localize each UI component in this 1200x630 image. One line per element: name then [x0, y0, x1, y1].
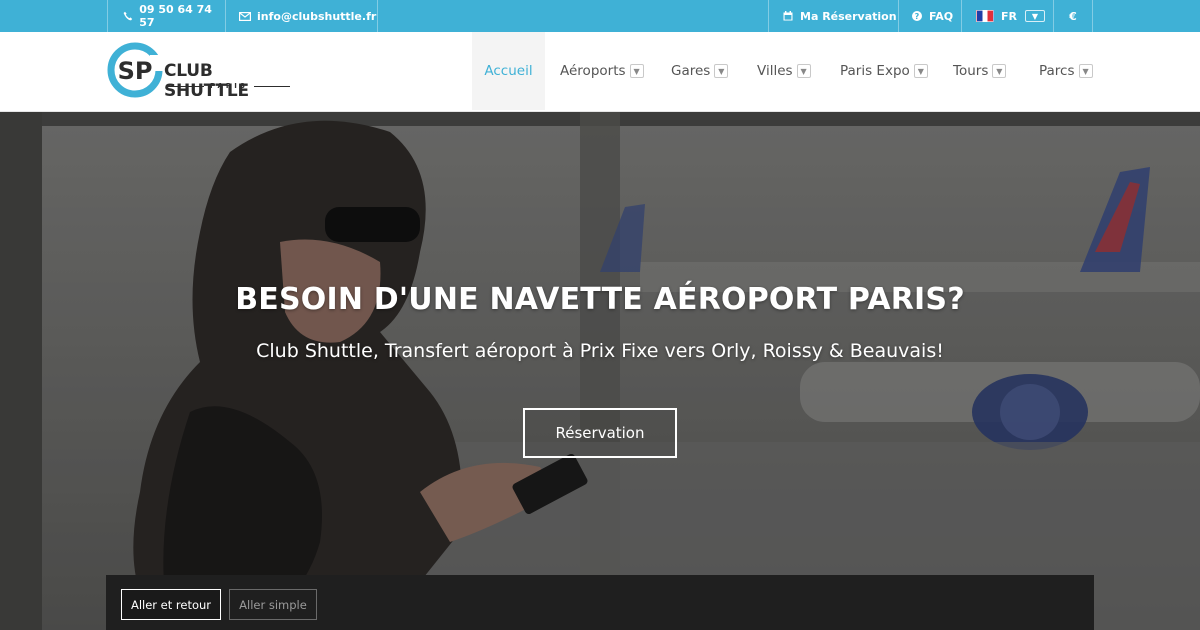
chevron-down-icon: ▼ [992, 64, 1007, 78]
nav-tours[interactable]: Tours ▼ [953, 32, 1007, 110]
faq-link[interactable]: ? FAQ [898, 0, 961, 32]
chevron-down-icon: ▼ [1024, 10, 1045, 22]
chevron-down-icon: ▼ [796, 64, 811, 78]
hero-subtitle: Club Shuttle, Transfert aéroport à Prix … [256, 340, 944, 362]
hero-background-image [0, 112, 1200, 630]
nav-parcs[interactable]: Parcs ▼ [1039, 32, 1093, 110]
logo-monogram-icon: SP [107, 42, 164, 98]
faq-label: FAQ [929, 9, 954, 23]
nav-label: Tours [953, 63, 989, 79]
nav-label: Gares [671, 63, 711, 79]
svg-text:?: ? [915, 12, 920, 21]
chevron-down-icon: ▼ [1078, 64, 1093, 78]
nav-villes[interactable]: Villes ▼ [757, 32, 811, 110]
booking-panel: Aller et retour Aller simple [106, 575, 1094, 630]
site-header: SP CLUB SHUTTLE PARIS Accueil Aéroports … [0, 32, 1200, 112]
reservation-button[interactable]: Réservation [523, 408, 677, 458]
language-selector[interactable]: FR ▼ [961, 0, 1053, 32]
brand-subtitle: PARIS [164, 82, 294, 90]
currency-selector[interactable]: € [1053, 0, 1093, 32]
club-shuttle-logo[interactable]: SP CLUB SHUTTLE PARIS [106, 39, 296, 101]
calendar-icon [782, 11, 794, 21]
chevron-down-icon: ▼ [629, 64, 644, 78]
nav-paris-expo[interactable]: Paris Expo ▼ [840, 32, 928, 110]
svg-text:SP: SP [118, 57, 153, 85]
tab-one-way[interactable]: Aller simple [229, 589, 317, 620]
nav-label: Paris Expo [840, 63, 910, 79]
phone-link[interactable]: 09 50 64 74 57 [107, 0, 225, 32]
nav-aeroports[interactable]: Aéroports ▼ [560, 32, 644, 110]
nav-gares[interactable]: Gares ▼ [671, 32, 729, 110]
nav-accueil[interactable]: Accueil [472, 32, 545, 110]
my-reservation-label: Ma Réservation [800, 9, 897, 23]
envelope-icon [239, 11, 251, 21]
chevron-down-icon: ▼ [714, 64, 729, 78]
nav-label: Aéroports [560, 63, 626, 79]
hero-banner: BESOIN D'UNE NAVETTE AÉROPORT PARIS? Clu… [0, 112, 1200, 630]
currency-label: € [1069, 9, 1077, 23]
nav-label: Villes [757, 63, 793, 79]
logo-text: CLUB SHUTTLE PARIS [164, 61, 296, 101]
france-flag-icon [976, 10, 994, 22]
hero-title: BESOIN D'UNE NAVETTE AÉROPORT PARIS? [235, 282, 965, 317]
phone-number: 09 50 64 74 57 [139, 3, 212, 29]
brand-name: CLUB SHUTTLE [164, 61, 249, 101]
question-circle-icon: ? [911, 11, 923, 21]
nav-label: Parcs [1039, 63, 1075, 79]
email-link[interactable]: info@clubshuttle.fr [225, 0, 378, 32]
chevron-down-icon: ▼ [913, 64, 928, 78]
nav-label: Accueil [484, 63, 533, 79]
top-bar: 09 50 64 74 57 info@clubshuttle.fr Ma Ré… [0, 0, 1200, 32]
language-label: FR [1001, 9, 1017, 23]
email-address: info@clubshuttle.fr [257, 9, 377, 23]
phone-icon [122, 11, 133, 21]
my-reservation-link[interactable]: Ma Réservation [768, 0, 898, 32]
tab-round-trip[interactable]: Aller et retour [121, 589, 221, 620]
